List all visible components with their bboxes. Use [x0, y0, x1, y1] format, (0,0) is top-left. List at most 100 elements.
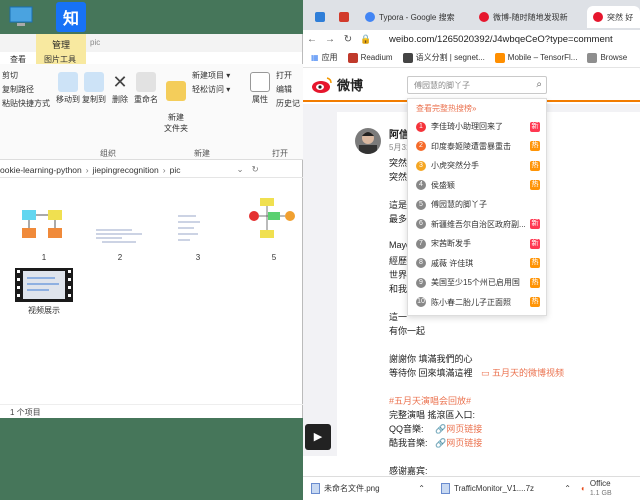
download-name: TrafficMonitor_V1....7z [454, 484, 535, 493]
chevron-down-icon[interactable]: ⌄ [236, 164, 243, 175]
browser-tab[interactable]: Typora - Google 搜索 [359, 6, 469, 28]
lock-icon[interactable]: 🔒 [357, 34, 375, 45]
file-item[interactable]: 视频展示 [14, 268, 74, 316]
breadcrumb-item[interactable]: ookie-learning-python [0, 165, 82, 175]
new-item-button[interactable]: 新建项目 ▾ [192, 70, 230, 81]
hot-search-item[interactable]: 10 陈小春二胎儿子正面照 热 [408, 293, 546, 313]
cut-button[interactable]: 剪切 [2, 70, 18, 81]
google-icon [365, 12, 375, 22]
new-folder-label: 新建 文件夹 [164, 113, 188, 133]
bookmark-item[interactable]: Mobile – TensorFl... [494, 52, 577, 63]
easy-access-button[interactable]: 轻松访问 ▾ [192, 84, 230, 95]
bookmark-item[interactable]: Readium [347, 52, 393, 63]
post-text-line: 等待你 回來填滿這裡 [389, 368, 473, 378]
refresh-icon[interactable]: ↻ [252, 164, 259, 175]
history-button[interactable]: 历史记 [276, 98, 300, 109]
file-name: 2 [117, 253, 123, 262]
search-icon[interactable]: ⌕ [536, 79, 542, 90]
tab-favicon-icon [339, 12, 349, 22]
reload-icon[interactable]: ↻ [339, 34, 357, 45]
weibo-eye-icon [312, 76, 332, 93]
hot-search-dropdown: 查看完整热搜榜» 1 李佳琦小助理回来了新 2 印度泰姬陵遭雷暴重击热 3 小虎突然分手热… [407, 98, 547, 316]
tab-manage[interactable]: 管理 [36, 34, 86, 51]
hot-search-item[interactable]: 6 新疆维吾尔自治区政府副... 新 [408, 215, 546, 235]
paste-shortcut-button[interactable]: 粘贴快捷方式 [2, 98, 50, 109]
bookmark-label: 应用 [321, 53, 338, 62]
hot-search-item[interactable]: 1 李佳琦小助理回来了 新 [408, 117, 546, 137]
download-item[interactable]: 未命名文件.png ⌃ [303, 483, 433, 494]
download-item[interactable]: ◐ Office 1.1 GB [579, 479, 639, 499]
url-bar[interactable]: weibo.com/1265020392/J4wbqeCeO?type=comm… [389, 34, 613, 45]
edit-button[interactable]: 编辑 [276, 84, 292, 95]
hot-search-item[interactable]: 9 美国至少15个州已启用国热 [408, 273, 546, 293]
tensorflow-icon [494, 52, 505, 63]
hot-search-item[interactable]: 3 小虎突然分手 热 [408, 156, 546, 176]
computer-icon[interactable] [6, 2, 36, 32]
zhihu-icon[interactable]: 知 [56, 2, 86, 32]
file-item[interactable]: 2 [90, 206, 150, 262]
rename-button[interactable]: 重命名 [132, 72, 160, 105]
post-text-line: 有你一起 [389, 326, 426, 336]
hot-search-item[interactable]: 5 傅园慧的脚丫子 [408, 195, 546, 215]
item-count: 1 个项目 [10, 408, 41, 417]
delete-button[interactable]: ✕ 删除 [106, 72, 134, 105]
copy-to-button[interactable]: 复制到 [80, 72, 108, 105]
post-text-line: 酷我音樂: [389, 438, 428, 448]
post-text-line: 這是 [389, 200, 408, 210]
copy-path-button[interactable]: 复制路径 [2, 84, 34, 95]
file-item[interactable]: 5 [244, 194, 304, 262]
browser-tab[interactable]: 微博-随时随地发现新 [473, 6, 583, 28]
explorer-ribbon: 剪切 复制路径 粘贴快捷方式 移动到 复制到 ✕ 删除 重命名 新建 文件夹 新… [0, 64, 303, 160]
bookmark-icon [587, 52, 598, 63]
readium-icon [347, 52, 358, 63]
file-item[interactable]: 3 [168, 206, 228, 262]
weibo-search-input[interactable]: 傅园慧的脚丫子 ⌕ [407, 76, 547, 94]
move-to-label: 移动到 [56, 95, 80, 104]
web-link[interactable]: 🔗网页链接 [435, 436, 482, 449]
new-folder-button[interactable]: 新建 文件夹 [162, 72, 190, 134]
bookmark-item[interactable]: Browse [587, 52, 627, 63]
tab-title: Typora - Google 搜索 [379, 12, 455, 22]
file-name: 1 [41, 253, 47, 262]
chevron-right-icon: › [162, 164, 166, 175]
hot-search-text: 傅园慧的脚丫子 [431, 200, 487, 210]
bookmark-item[interactable]: 语义分割 | segnet... [402, 52, 485, 63]
download-item[interactable]: TrafficMonitor_V1....7z ⌃ [433, 483, 579, 494]
hot-search-item[interactable]: 7 宋茜断发手 新 [408, 234, 546, 254]
open-button[interactable]: 打开 [276, 70, 292, 81]
file-item[interactable]: 1 [14, 206, 74, 262]
move-to-button[interactable]: 移动到 [54, 72, 82, 105]
hot-rank: 3 [416, 160, 426, 171]
browser-tab[interactable] [309, 6, 331, 28]
breadcrumb-item[interactable]: jiepingrecognition [93, 165, 159, 175]
breadcrumb-item[interactable]: pic [170, 165, 181, 175]
post-text-line: 這一 [389, 312, 408, 322]
weibo-logo[interactable]: 微博 [311, 75, 363, 94]
hot-search-item[interactable]: 4 侯盛颖 热 [408, 176, 546, 196]
post-text-line: 經歷 [389, 256, 408, 266]
web-link[interactable]: 🔗网页链接 [435, 422, 482, 435]
chevron-up-icon[interactable]: ⌃ [564, 484, 571, 493]
hot-badge: 新 [530, 121, 540, 132]
hashtag-link[interactable]: #五月天演唱会回放# [389, 394, 471, 407]
chevron-up-icon[interactable]: ⌃ [418, 484, 425, 493]
browser-tab[interactable] [333, 6, 355, 28]
forward-icon[interactable]: → [321, 34, 339, 45]
back-icon[interactable]: ← [303, 34, 321, 45]
properties-icon [250, 72, 270, 92]
browser-tab-active[interactable]: 突然 好 [587, 6, 640, 28]
downloads-bar: 未命名文件.png ⌃ TrafficMonitor_V1....7z ⌃ ◐ … [303, 476, 640, 500]
post-author[interactable]: 阿信 [389, 126, 409, 141]
hot-search-item[interactable]: 2 印度泰姬陵遭雷暴重击 热 [408, 137, 546, 157]
properties-button[interactable]: 属性 [246, 72, 274, 105]
address-bar[interactable]: ookie-learning-python › jiepingrecogniti… [0, 162, 303, 178]
hot-search-item[interactable]: 8 戚薇 许佳琪 热 [408, 254, 546, 274]
avatar[interactable] [355, 128, 381, 154]
web-link-label: 网页链接 [446, 438, 483, 448]
hot-list-link[interactable]: 查看完整热搜榜» [408, 99, 546, 117]
video-link[interactable]: ▭ 五月天的微博视频 [481, 366, 564, 379]
download-progress-icon: ◐ [581, 484, 586, 493]
delete-label: 删除 [112, 95, 128, 104]
bookmark-item[interactable]: ▦ 应用 [311, 52, 338, 63]
play-icon[interactable]: ▶ [305, 424, 331, 450]
